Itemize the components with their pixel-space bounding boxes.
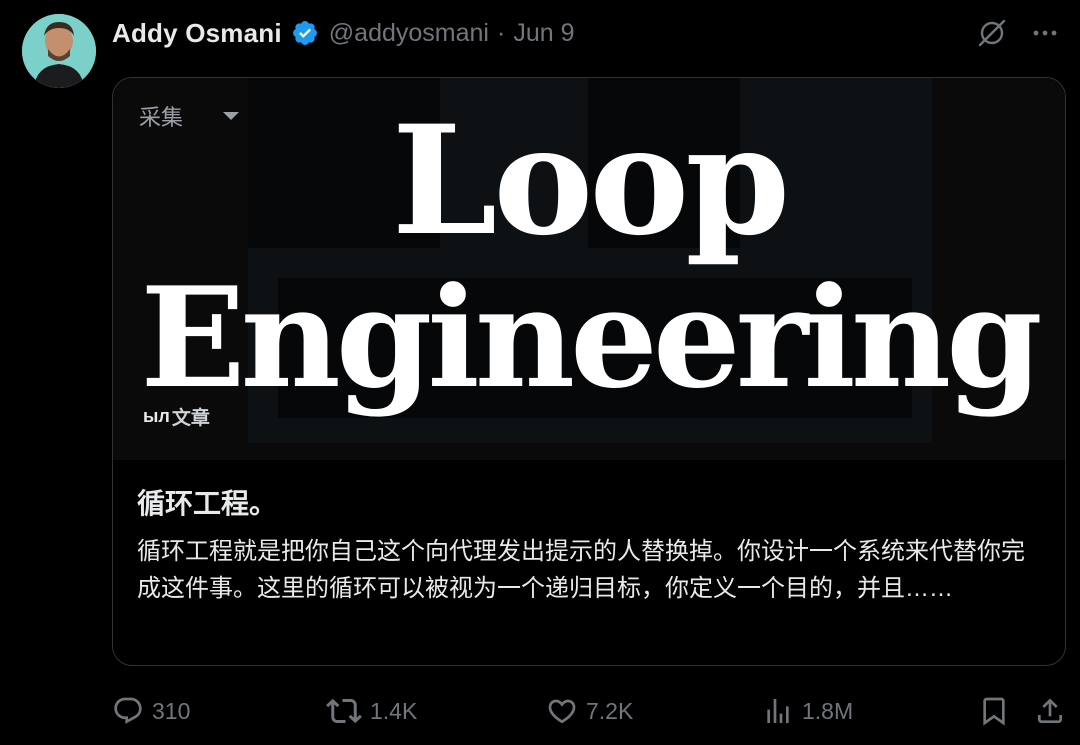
views-button[interactable]: 1.8M <box>762 692 853 730</box>
views-chart-icon <box>767 699 789 723</box>
article-cover-image: Loop Engineering 采集 ыл 文章 <box>113 78 1065 460</box>
cover-title-line2: Engineering <box>140 256 1042 419</box>
collect-label: 采集 <box>139 105 184 130</box>
views-count: 1.8M <box>802 697 854 724</box>
tweet-actions: 310 1.4K 7.2K 1.8M <box>112 692 1066 730</box>
watermark-text: 文章 <box>171 408 210 429</box>
header-actions <box>976 14 1060 52</box>
repost-icon <box>326 698 362 724</box>
share-button[interactable] <box>1034 692 1066 730</box>
collect-dropdown[interactable]: 采集 <box>139 100 240 132</box>
repost-count: 1.4K <box>370 697 418 724</box>
watermark-logo: ыл <box>143 406 170 426</box>
reply-button[interactable]: 310 <box>112 692 190 730</box>
reply-icon <box>114 697 142 724</box>
watermark: ыл 文章 <box>143 403 210 430</box>
share-icon <box>1038 698 1062 723</box>
grok-icon[interactable] <box>976 17 1008 49</box>
tweet-header: Addy Osmani @addyosmani · Jun 9 <box>112 14 1060 52</box>
like-count: 7.2K <box>586 697 634 724</box>
like-button[interactable]: 7.2K <box>546 692 633 730</box>
article-card[interactable]: Loop Engineering 采集 ыл 文章 循环工程。 循环工程就是把你… <box>112 77 1066 666</box>
caret-down-icon <box>223 112 240 120</box>
verified-badge-icon <box>291 19 319 47</box>
more-icon[interactable] <box>1030 18 1060 48</box>
repost-button[interactable]: 1.4K <box>326 692 417 730</box>
author-handle[interactable]: @addyosmani <box>329 19 489 48</box>
separator-dot: · <box>496 18 506 47</box>
article-excerpt: 循环工程就是把你自己这个向代理发出提示的人替换掉。你设计一个系统来代替你完成这件… <box>137 538 1025 602</box>
tweet-date[interactable]: Jun 9 <box>513 19 574 48</box>
author-name[interactable]: Addy Osmani <box>112 18 282 49</box>
bookmark-button[interactable] <box>978 692 1010 730</box>
avatar[interactable] <box>22 14 96 88</box>
bookmark-icon <box>983 697 1005 726</box>
cover-title-line1: Loop <box>391 93 790 269</box>
reply-count: 310 <box>152 697 191 724</box>
heart-icon <box>548 699 576 724</box>
avatar-image <box>22 14 96 88</box>
article-title: 循环工程。 <box>137 488 278 519</box>
